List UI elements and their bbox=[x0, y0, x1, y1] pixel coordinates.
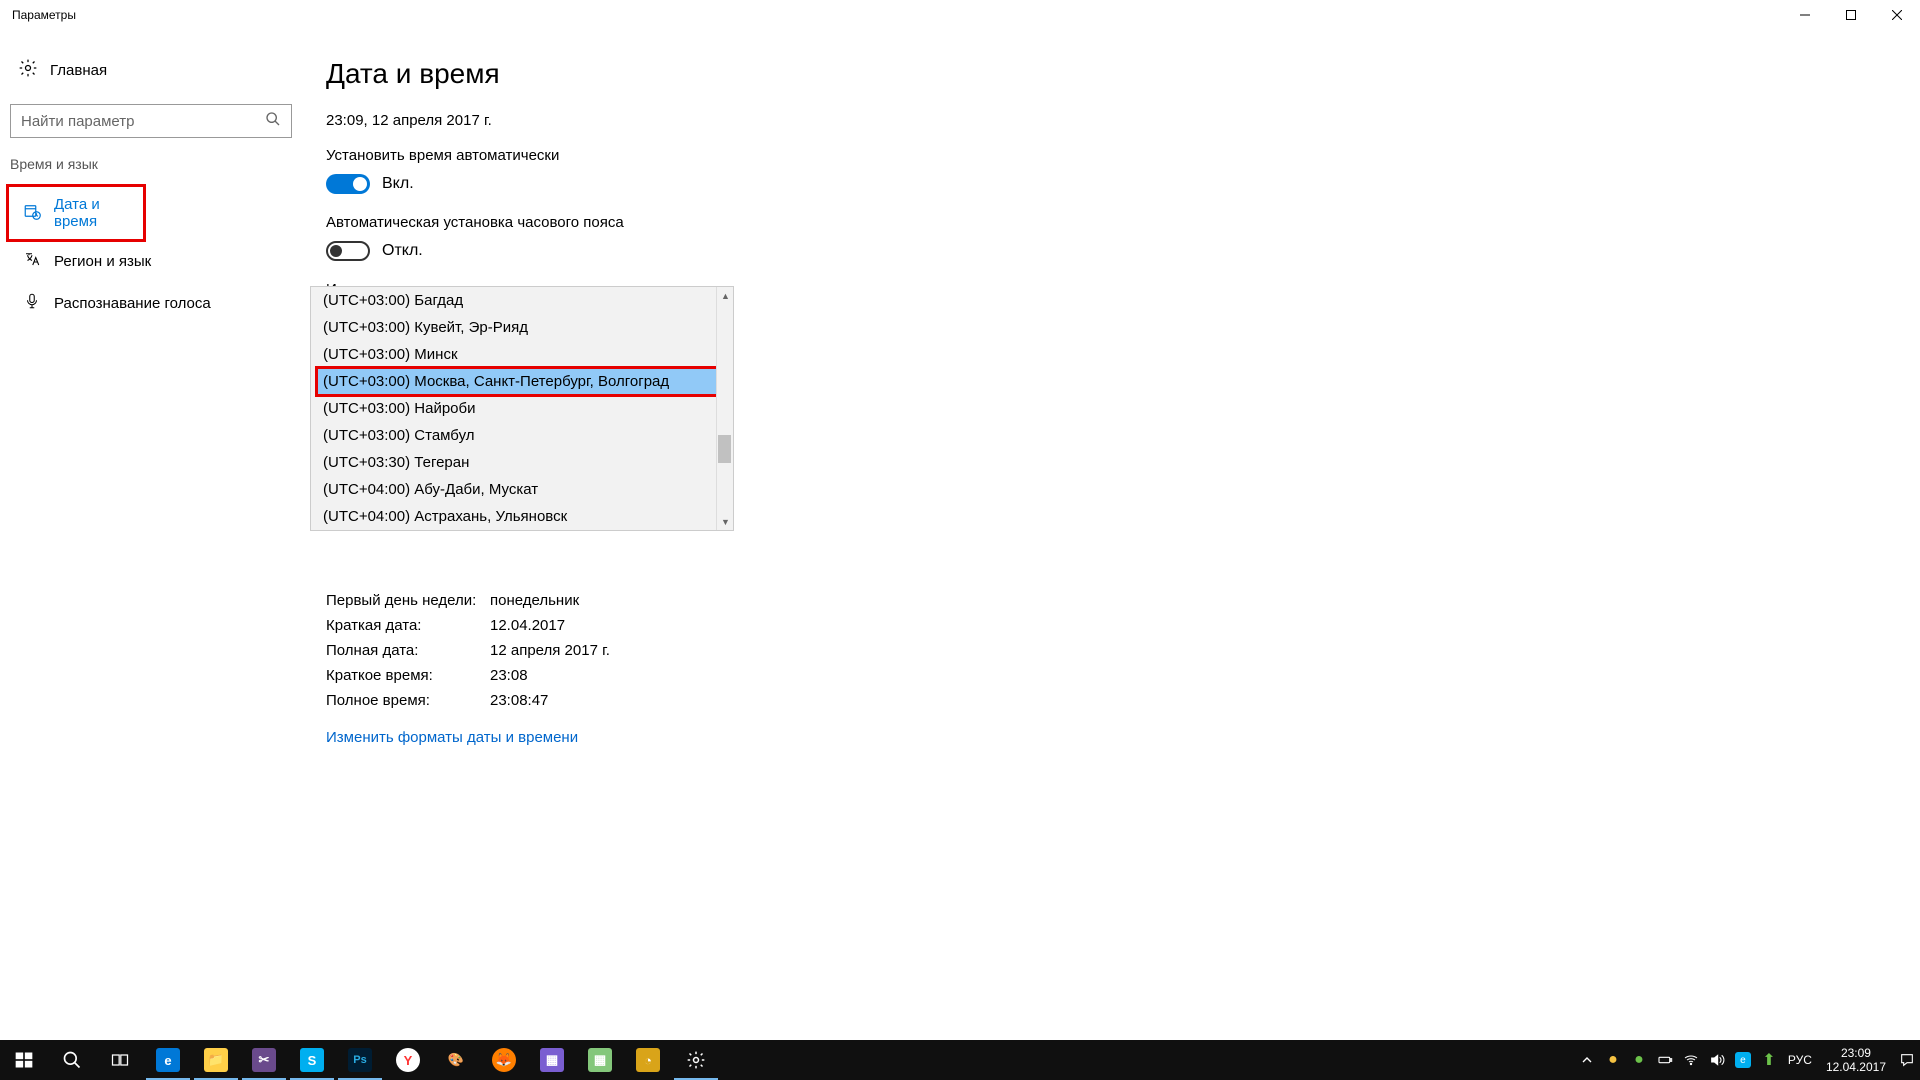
taskbar-app-firefox[interactable]: 🦊 bbox=[480, 1040, 528, 1080]
tray-icon[interactable]: ● bbox=[1600, 1040, 1626, 1080]
sidebar-home[interactable]: Главная bbox=[8, 50, 302, 90]
sidebar-item-date-time[interactable]: Дата и время bbox=[8, 186, 144, 240]
dropdown-scrollbar[interactable]: ▲ ▼ bbox=[716, 287, 733, 530]
window-title: Параметры bbox=[12, 8, 76, 22]
search-input[interactable]: Найти параметр bbox=[10, 104, 292, 138]
taskbar-app-photoshop[interactable]: Ps bbox=[336, 1040, 384, 1080]
search-icon bbox=[265, 111, 281, 131]
taskbar: e 📁 ✂ S Ps Y 🎨 🦊 ▦ ▦ ◔ ● ● e ⬆ РУС 23:09… bbox=[0, 1040, 1920, 1080]
timezone-option-selected[interactable]: (UTC+03:00) Москва, Санкт-Петербург, Вол… bbox=[317, 368, 727, 395]
sidebar-item-label: Дата и время bbox=[54, 196, 134, 230]
format-key: Полное время: bbox=[326, 692, 490, 709]
tray-volume-icon[interactable] bbox=[1704, 1040, 1730, 1080]
maximize-button[interactable] bbox=[1828, 0, 1874, 30]
tray-clock[interactable]: 23:09 12.04.2017 bbox=[1818, 1046, 1894, 1074]
timezone-dropdown[interactable]: (UTC+03:00) Багдад (UTC+03:00) Кувейт, Э… bbox=[310, 286, 734, 531]
auto-tz-toggle[interactable] bbox=[326, 241, 370, 261]
timezone-option[interactable]: (UTC+03:00) Кувейт, Эр-Рияд bbox=[311, 314, 733, 341]
scroll-up-icon[interactable]: ▲ bbox=[717, 287, 734, 304]
format-key: Полная дата: bbox=[326, 642, 490, 659]
auto-time-state: Вкл. bbox=[382, 175, 414, 193]
calendar-clock-icon bbox=[23, 202, 41, 224]
tray-battery-icon[interactable] bbox=[1652, 1040, 1678, 1080]
taskbar-app-skype[interactable]: S bbox=[288, 1040, 336, 1080]
taskbar-app-settings[interactable] bbox=[672, 1040, 720, 1080]
scroll-thumb[interactable] bbox=[718, 435, 731, 463]
minimize-button[interactable] bbox=[1782, 0, 1828, 30]
tray-notifications-icon[interactable] bbox=[1894, 1040, 1920, 1080]
sidebar-item-region-language[interactable]: Регион и язык bbox=[8, 240, 302, 282]
tray-time: 23:09 bbox=[1826, 1046, 1886, 1060]
format-key: Краткая дата: bbox=[326, 617, 490, 634]
timezone-option[interactable]: (UTC+03:00) Минск bbox=[311, 341, 733, 368]
date-formats: Первый день недели: понедельник Краткая … bbox=[326, 592, 1920, 747]
tray-wifi-icon[interactable] bbox=[1678, 1040, 1704, 1080]
sidebar-home-label: Главная bbox=[50, 62, 107, 79]
timezone-option[interactable]: (UTC+03:00) Багдад bbox=[311, 287, 733, 314]
scroll-down-icon[interactable]: ▼ bbox=[717, 513, 734, 530]
search-button[interactable] bbox=[48, 1040, 96, 1080]
current-datetime: 23:09, 12 апреля 2017 г. bbox=[326, 112, 1920, 129]
format-row: Полное время: 23:08:47 bbox=[326, 692, 1920, 709]
titlebar: Параметры bbox=[0, 0, 1920, 30]
taskbar-app-snip[interactable]: ✂ bbox=[240, 1040, 288, 1080]
timezone-option[interactable]: (UTC+04:00) Астрахань, Ульяновск bbox=[311, 503, 733, 530]
tray-language[interactable]: РУС bbox=[1782, 1053, 1818, 1067]
format-value: 12 апреля 2017 г. bbox=[490, 642, 610, 659]
tray-icon[interactable]: ● bbox=[1626, 1040, 1652, 1080]
sidebar-item-speech[interactable]: Распознавание голоса bbox=[8, 282, 302, 324]
close-button[interactable] bbox=[1874, 0, 1920, 30]
tray-icon[interactable]: ⬆ bbox=[1756, 1040, 1782, 1080]
task-view-button[interactable] bbox=[96, 1040, 144, 1080]
sidebar: Главная Найти параметр Время и язык Дата… bbox=[0, 30, 310, 782]
auto-tz-label: Автоматическая установка часового пояса bbox=[326, 214, 1920, 231]
tray-icon[interactable]: e bbox=[1730, 1040, 1756, 1080]
start-button[interactable] bbox=[0, 1040, 48, 1080]
format-row: Краткая дата: 12.04.2017 bbox=[326, 617, 1920, 634]
tray-date: 12.04.2017 bbox=[1826, 1060, 1886, 1074]
auto-time-toggle[interactable] bbox=[326, 174, 370, 194]
format-value: 12.04.2017 bbox=[490, 617, 565, 634]
timezone-option[interactable]: (UTC+03:30) Тегеран bbox=[311, 449, 733, 476]
format-key: Краткое время: bbox=[326, 667, 490, 684]
taskbar-app-generic1[interactable]: ▦ bbox=[528, 1040, 576, 1080]
taskbar-app-generic2[interactable]: ▦ bbox=[576, 1040, 624, 1080]
auto-time-label: Установить время автоматически bbox=[326, 147, 1920, 164]
microphone-icon bbox=[23, 292, 41, 314]
page-title: Дата и время bbox=[326, 58, 1920, 90]
taskbar-app-yandex[interactable]: Y bbox=[384, 1040, 432, 1080]
sidebar-item-label: Регион и язык bbox=[54, 253, 151, 270]
system-tray: ● ● e ⬆ РУС 23:09 12.04.2017 bbox=[1574, 1040, 1920, 1080]
taskbar-app-generic3[interactable]: ◔ bbox=[624, 1040, 672, 1080]
main-content: Дата и время 23:09, 12 апреля 2017 г. Ус… bbox=[310, 30, 1920, 782]
format-value: понедельник bbox=[490, 592, 579, 609]
sidebar-item-label: Распознавание голоса bbox=[54, 295, 211, 312]
format-row: Первый день недели: понедельник bbox=[326, 592, 1920, 609]
gear-icon bbox=[18, 58, 38, 82]
language-icon bbox=[23, 250, 41, 272]
timezone-option[interactable]: (UTC+04:00) Абу-Даби, Мускат bbox=[311, 476, 733, 503]
taskbar-app-edge[interactable]: e bbox=[144, 1040, 192, 1080]
window-controls bbox=[1782, 0, 1920, 30]
format-key: Первый день недели: bbox=[326, 592, 490, 609]
change-formats-link[interactable]: Изменить форматы даты и времени bbox=[326, 729, 578, 746]
search-placeholder: Найти параметр bbox=[21, 113, 265, 130]
tray-overflow-icon[interactable] bbox=[1574, 1040, 1600, 1080]
taskbar-app-explorer[interactable]: 📁 bbox=[192, 1040, 240, 1080]
taskbar-app-paint[interactable]: 🎨 bbox=[432, 1040, 480, 1080]
format-value: 23:08:47 bbox=[490, 692, 548, 709]
format-row: Полная дата: 12 апреля 2017 г. bbox=[326, 642, 1920, 659]
sidebar-group-title: Время и язык bbox=[8, 156, 302, 186]
timezone-option[interactable]: (UTC+03:00) Найроби bbox=[311, 395, 733, 422]
format-row: Краткое время: 23:08 bbox=[326, 667, 1920, 684]
auto-tz-state: Откл. bbox=[382, 242, 423, 260]
format-value: 23:08 bbox=[490, 667, 528, 684]
timezone-option[interactable]: (UTC+03:00) Стамбул bbox=[311, 422, 733, 449]
